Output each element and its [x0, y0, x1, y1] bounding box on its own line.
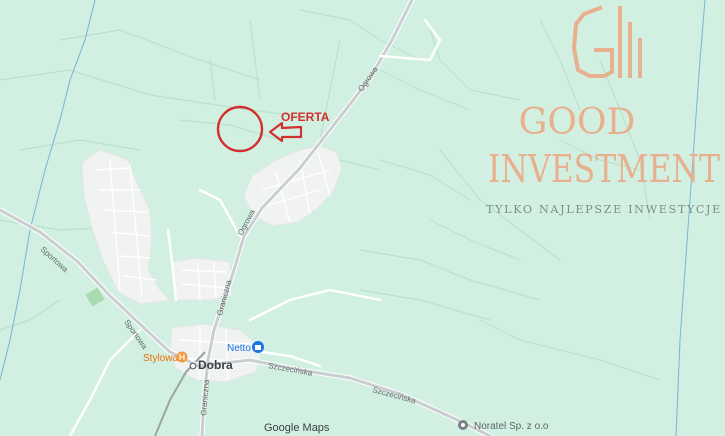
business-pin-dot	[461, 423, 465, 427]
shopping-bag-glyph	[255, 345, 261, 350]
town-label-dobra: Dobra	[198, 358, 233, 372]
brand-name-good: GOOD	[519, 102, 636, 143]
offer-label: OFERTA	[281, 110, 330, 124]
town-dot-icon	[189, 362, 197, 370]
brand-name-investment: INVESTMENT	[488, 147, 720, 191]
brand-tagline: TYLKO NAJLEPSZE INWESTYCJE	[486, 203, 722, 216]
google-maps-attribution: Google Maps	[264, 422, 330, 434]
map-canvas[interactable]: Ogrowa Ogrowa Graniczna Graniczna Sporto…	[0, 0, 725, 436]
poi-netto-label: Netto	[227, 343, 251, 354]
poi-stylowa[interactable]: Stylowa	[143, 351, 188, 365]
poi-netto[interactable]: Netto	[227, 341, 264, 354]
poi-noratel-label: Noratel Sp. z o.o	[474, 421, 549, 432]
map-screenshot[interactable]: Ogrowa Ogrowa Graniczna Graniczna Sporto…	[0, 0, 725, 436]
poi-stylowa-label: Stylowa	[143, 353, 178, 364]
